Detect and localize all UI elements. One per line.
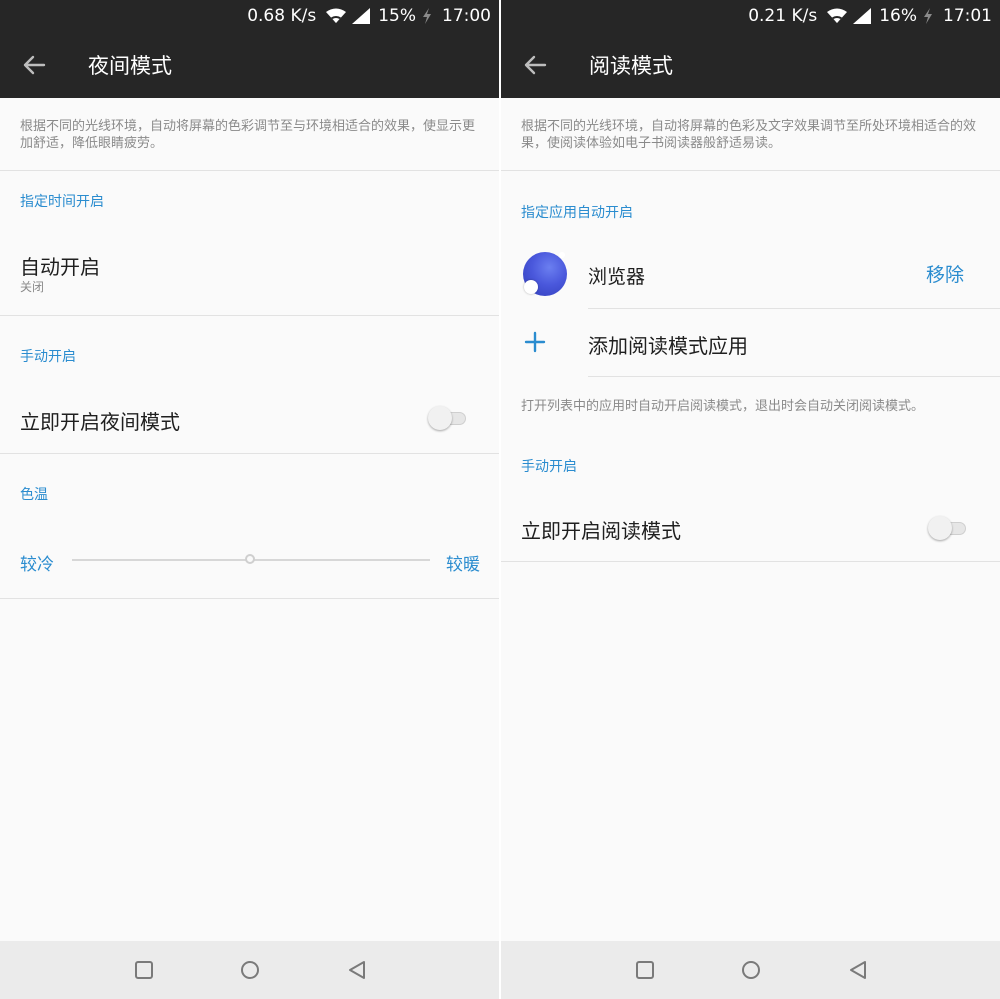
navigation-bar <box>0 941 499 999</box>
browser-icon-dot <box>559 252 565 258</box>
slider-thumb[interactable] <box>245 554 255 564</box>
auto-on-value: 关闭 <box>20 280 45 294</box>
square-recents-icon[interactable] <box>633 958 657 982</box>
night-mode-toggle-label: 立即开启夜间模式 <box>20 410 180 434</box>
reading-mode-toggle-label: 立即开启阅读模式 <box>521 519 681 543</box>
network-speed: 0.68 K/s <box>247 6 317 26</box>
app-bar: 阅读模式 <box>501 32 1000 98</box>
cell-signal-icon <box>352 8 371 24</box>
back-arrow-icon[interactable] <box>523 52 549 78</box>
toggle-knob <box>928 516 952 540</box>
section-header-apps: 指定应用自动开启 <box>521 205 633 221</box>
night-mode-description: 根据不同的光线环境，自动将屏幕的色彩调节至与环境相适合的效果，使显示更加舒适，降… <box>20 119 476 151</box>
app-list-item: 浏览器 移除 <box>501 238 1000 308</box>
triangle-back-icon[interactable] <box>345 958 369 982</box>
toggle-knob <box>428 406 452 430</box>
apps-note: 打开列表中的应用时自动开启阅读模式，退出时会自动关闭阅读模式。 <box>521 399 925 414</box>
browser-icon-dot <box>524 280 538 294</box>
plus-icon <box>523 330 547 354</box>
add-reading-app-row[interactable]: 添加阅读模式应用 <box>501 309 1000 376</box>
network-speed: 0.21 K/s <box>748 6 818 26</box>
divider <box>0 315 499 316</box>
charging-bolt-icon <box>923 8 933 24</box>
divider <box>501 561 1000 562</box>
add-reading-app-label: 添加阅读模式应用 <box>588 334 748 358</box>
section-header-color-temp: 色温 <box>20 487 48 503</box>
night-mode-toggle[interactable] <box>428 405 468 431</box>
circle-home-icon[interactable] <box>739 958 763 982</box>
auto-on-row[interactable]: 自动开启 关闭 <box>0 235 499 315</box>
wifi-icon <box>326 8 347 24</box>
section-header-manual: 手动开启 <box>521 459 577 475</box>
page-title: 夜间模式 <box>88 54 172 78</box>
reading-mode-description: 根据不同的光线环境，自动将屏幕的色彩及文字效果调节至所处环境相适合的效果，使阅读… <box>521 119 977 151</box>
browser-icon <box>523 252 567 296</box>
status-bar: 0.21 K/s 16% 17:01 <box>501 0 1000 32</box>
remove-app-button[interactable]: 移除 <box>926 260 964 287</box>
circle-home-icon[interactable] <box>238 958 262 982</box>
reading-mode-screen: 0.21 K/s 16% 17:01 阅读模式 根据不同的光线环境，自动将屏幕的… <box>501 0 1000 999</box>
night-mode-screen: 0.68 K/s 15% 17:00 夜间模式 根据不同的光线环境，自动将屏幕的… <box>0 0 499 999</box>
divider <box>0 453 499 454</box>
charging-bolt-icon <box>422 8 432 24</box>
triangle-back-icon[interactable] <box>846 958 870 982</box>
clock: 17:00 <box>442 6 491 26</box>
status-bar: 0.68 K/s 15% 17:00 <box>0 0 499 32</box>
divider <box>588 376 1000 377</box>
auto-on-title: 自动开启 <box>20 255 100 279</box>
square-recents-icon[interactable] <box>132 958 156 982</box>
page-title: 阅读模式 <box>589 54 673 78</box>
divider <box>0 170 499 171</box>
clock: 17:01 <box>943 6 992 26</box>
wifi-icon <box>827 8 848 24</box>
battery-percent: 16% <box>879 6 917 26</box>
app-bar: 夜间模式 <box>0 32 499 98</box>
battery-percent: 15% <box>378 6 416 26</box>
cell-signal-icon <box>853 8 872 24</box>
color-temp-slider[interactable] <box>72 549 430 571</box>
section-header-manual: 手动开启 <box>20 349 76 365</box>
divider <box>0 598 499 599</box>
section-header-scheduled: 指定时间开启 <box>20 194 104 210</box>
reading-mode-toggle[interactable] <box>928 515 968 541</box>
back-arrow-icon[interactable] <box>22 52 48 78</box>
navigation-bar <box>501 941 1000 999</box>
app-name: 浏览器 <box>588 266 646 288</box>
divider <box>501 170 1000 171</box>
cool-label: 较冷 <box>20 555 54 575</box>
warm-label: 较暖 <box>446 555 480 575</box>
